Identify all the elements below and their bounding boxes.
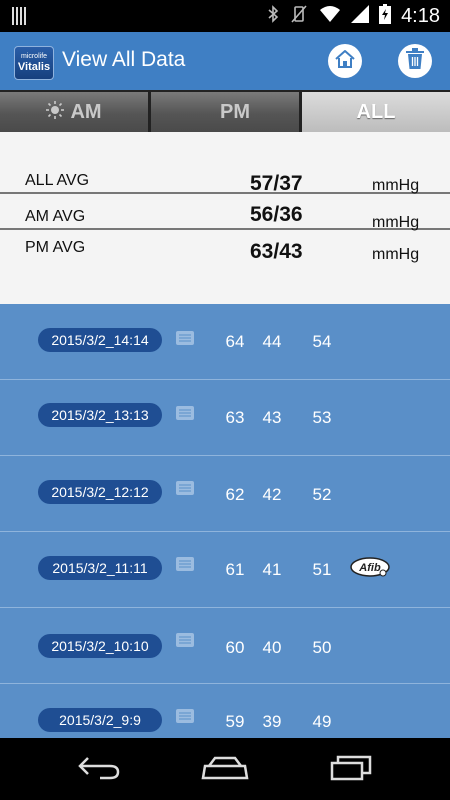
memo-icon[interactable] [176, 709, 194, 723]
sun-icon [46, 100, 65, 124]
signal-icon [351, 4, 370, 28]
all-avg-value: 57/37 [250, 172, 303, 195]
back-button[interactable] [74, 752, 124, 786]
memo-icon[interactable] [176, 633, 194, 647]
diastolic-value: 43 [262, 408, 282, 427]
status-bar: 4:18 [0, 0, 450, 32]
list-item[interactable]: 2015/3/2_11:11 61 41 51 Afib [0, 532, 450, 608]
notification-bars-icon [12, 7, 26, 30]
systolic-value: 61 [225, 560, 245, 579]
pulse-value: 52 [312, 485, 332, 504]
systolic-value: 59 [225, 712, 245, 731]
all-avg-unit: mmHg [372, 177, 420, 194]
tab-pm-label: PM [220, 100, 250, 123]
app-logo: microlife Vitalis [14, 46, 54, 80]
home-nav-icon [201, 754, 249, 785]
diastolic-value: 42 [262, 485, 282, 504]
diastolic-value: 44 [262, 332, 282, 351]
list-item[interactable]: 2015/3/2_10:10 60 40 50 [0, 608, 450, 684]
date-badge: 2015/3/2_9:9 [38, 708, 162, 732]
systolic-value: 64 [225, 332, 245, 351]
pm-avg-unit: mmHg [372, 246, 420, 263]
pulse-value: 51 [312, 560, 332, 579]
action-bar: microlife Vitalis View All Data [0, 32, 450, 90]
home-icon [333, 47, 357, 76]
memo-icon[interactable] [176, 557, 194, 571]
afib-badge: Afib [350, 556, 390, 578]
battery-charging-icon [379, 3, 392, 29]
list-item[interactable]: 2015/3/2_14:14 64 44 54 [0, 304, 450, 380]
delete-button[interactable] [398, 44, 432, 78]
diastolic-value: 40 [262, 638, 282, 657]
average-summary: ALL AVG 57/37 mmHg AM AVG 56/36 mmHg PM … [0, 132, 450, 304]
tab-pm[interactable]: PM [151, 92, 299, 132]
clock: 4:18 [401, 4, 440, 27]
list-item[interactable]: 2015/3/2_9:9 59 39 49 [0, 684, 450, 738]
pm-avg-value: 63/43 [250, 240, 303, 263]
systolic-value: 63 [225, 408, 245, 427]
tab-am-label: AM [70, 100, 102, 123]
am-avg-label: AM AVG [25, 208, 86, 225]
all-avg-row: ALL AVG 57/37 mmHg [0, 170, 450, 200]
systolic-value: 62 [225, 485, 245, 504]
page-title: View All Data [62, 48, 186, 71]
afib-label: Afib [358, 562, 381, 574]
systolic-value: 60 [225, 638, 245, 657]
home-button[interactable] [328, 44, 362, 78]
am-avg-row: AM AVG 56/36 mmHg [0, 202, 450, 232]
am-avg-value: 56/36 [250, 203, 303, 226]
diastolic-value: 39 [262, 712, 282, 731]
list-item[interactable]: 2015/3/2_13:13 63 43 53 [0, 380, 450, 456]
record-list[interactable]: 2015/3/2_14:14 64 44 54 2015/3/2_13:13 6… [0, 304, 450, 738]
tab-am[interactable]: AM [0, 92, 148, 132]
trash-icon [404, 47, 426, 76]
pulse-value: 50 [312, 638, 332, 657]
memo-icon[interactable] [176, 481, 194, 495]
date-badge: 2015/3/2_13:13 [38, 403, 162, 427]
home-nav-button[interactable] [200, 752, 250, 786]
memo-icon[interactable] [176, 331, 194, 345]
date-badge: 2015/3/2_10:10 [38, 634, 162, 658]
back-icon [76, 754, 122, 785]
pm-avg-label: PM AVG [25, 239, 86, 256]
moon-icon [200, 101, 214, 124]
period-tabs: AM PM ALL [0, 90, 450, 132]
wifi-icon [319, 5, 341, 28]
all-avg-label: ALL AVG [25, 172, 90, 189]
diastolic-value: 41 [262, 560, 282, 579]
am-avg-unit: mmHg [372, 214, 420, 231]
logo-line2: Vitalis [17, 61, 51, 73]
date-badge: 2015/3/2_11:11 [38, 556, 162, 580]
tab-all-label: ALL [356, 100, 396, 123]
recent-apps-button[interactable] [326, 752, 376, 786]
recent-apps-icon [328, 753, 374, 786]
system-nav-bar [0, 738, 450, 800]
date-badge: 2015/3/2_12:12 [38, 480, 162, 504]
vibrate-off-icon [289, 4, 309, 29]
list-item[interactable]: 2015/3/2_12:12 62 42 52 [0, 456, 450, 532]
pulse-value: 53 [312, 408, 332, 427]
pulse-value: 54 [312, 332, 332, 351]
pulse-value: 49 [312, 712, 332, 731]
logo-line1: microlife [20, 53, 48, 60]
pm-avg-row: PM AVG 63/43 mmHg [0, 236, 450, 266]
bluetooth-icon [267, 4, 279, 28]
tab-all[interactable]: ALL [302, 92, 450, 132]
memo-icon[interactable] [176, 406, 194, 420]
date-badge: 2015/3/2_14:14 [38, 328, 162, 352]
